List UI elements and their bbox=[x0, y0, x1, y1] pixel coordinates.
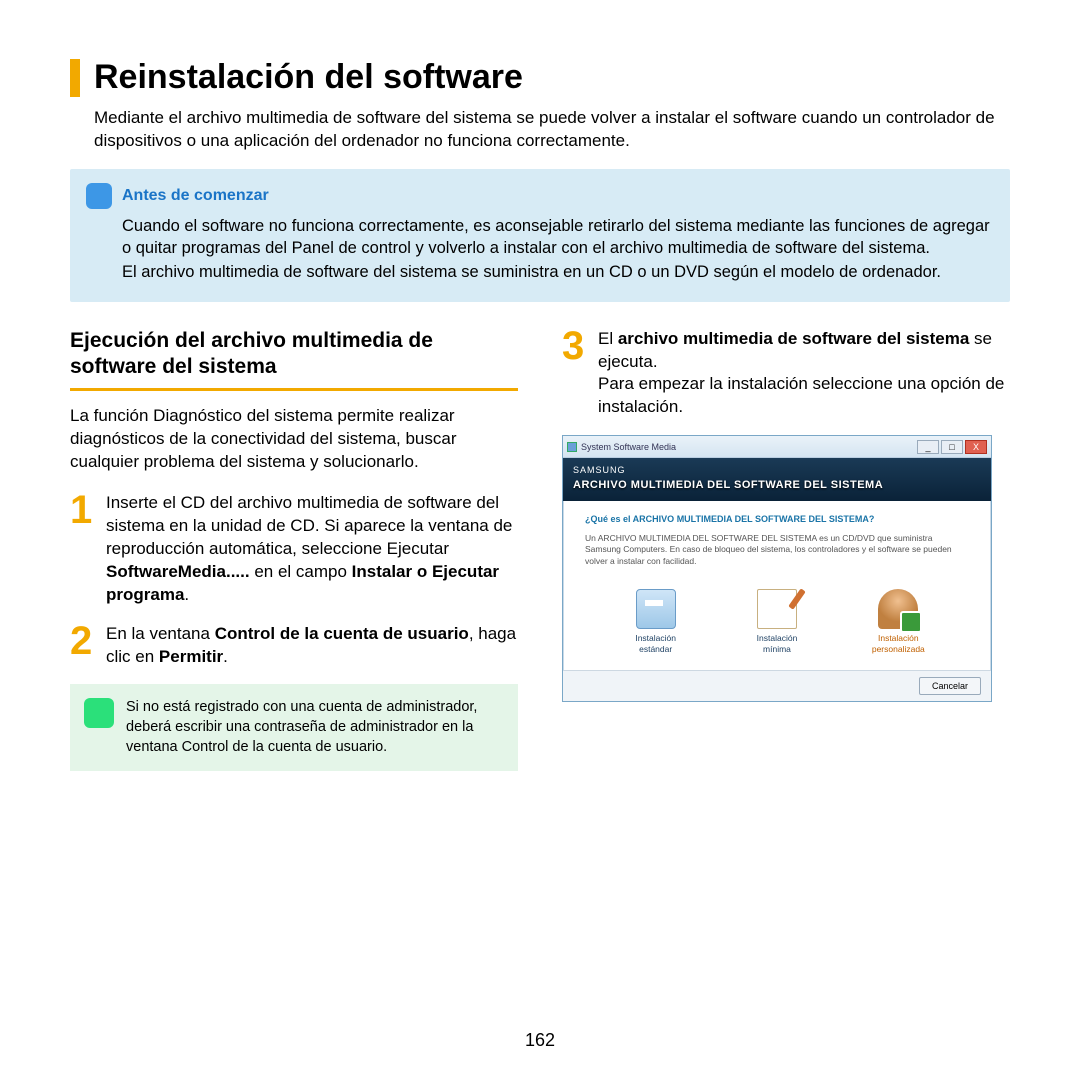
title-accent-bar bbox=[70, 59, 80, 97]
page-number: 162 bbox=[0, 1028, 1080, 1052]
note-icon bbox=[84, 698, 114, 728]
callout-paragraph: Cuando el software no funciona correctam… bbox=[122, 215, 994, 260]
window-banner: SAMSUNG ARCHIVO MULTIMEDIA DEL SOFTWARE … bbox=[563, 458, 991, 501]
step-3: 3 El archivo multimedia de software del … bbox=[562, 328, 1010, 420]
option-label: Instalación bbox=[737, 633, 817, 644]
step-bold: Permitir bbox=[159, 647, 223, 666]
option-label: Instalación bbox=[616, 633, 696, 644]
note-text: Si no está registrado con una cuenta de … bbox=[126, 698, 504, 757]
install-minimal-option[interactable]: Instalación mínima bbox=[737, 589, 817, 656]
right-column: 3 El archivo multimedia de software del … bbox=[562, 328, 1010, 772]
section-intro: La función Diagnóstico del sistema permi… bbox=[70, 405, 518, 474]
step-text: El bbox=[598, 329, 618, 348]
cancel-button[interactable]: Cancelar bbox=[919, 677, 981, 695]
window-title: System Software Media bbox=[581, 441, 676, 453]
document-pencil-icon bbox=[757, 589, 797, 629]
step-text: . bbox=[223, 647, 228, 666]
step-2: 2 En la ventana Control de la cuenta de … bbox=[70, 623, 518, 669]
heading-rule bbox=[70, 388, 518, 391]
step-1: 1 Inserte el CD del archivo multimedia d… bbox=[70, 492, 518, 607]
option-label: estándar bbox=[616, 644, 696, 655]
minimize-button[interactable]: _ bbox=[917, 440, 939, 454]
callout-paragraph: El archivo multimedia de software del si… bbox=[122, 261, 994, 283]
step-text: . bbox=[184, 585, 189, 604]
install-standard-option[interactable]: Instalación estándar bbox=[616, 589, 696, 656]
step-number-icon: 3 bbox=[562, 328, 590, 420]
brand-label: SAMSUNG bbox=[573, 464, 981, 476]
close-button[interactable]: X bbox=[965, 440, 987, 454]
option-label: mínima bbox=[737, 644, 817, 655]
option-label: Instalación bbox=[858, 633, 938, 644]
screenshot-window: System Software Media _ □ X SAMSUNG ARCH… bbox=[562, 435, 992, 701]
option-label: personalizada bbox=[858, 644, 938, 655]
monitor-icon bbox=[636, 589, 676, 629]
step-number-icon: 2 bbox=[70, 623, 98, 669]
step-bold: archivo multimedia de software del siste… bbox=[618, 329, 969, 348]
banner-title: ARCHIVO MULTIMEDIA DEL SOFTWARE DEL SIST… bbox=[573, 478, 981, 493]
admin-note: Si no está registrado con una cuenta de … bbox=[70, 684, 518, 771]
section-heading: Ejecución del archivo multimedia de soft… bbox=[70, 328, 518, 381]
install-custom-option[interactable]: Instalación personalizada bbox=[858, 589, 938, 656]
step-bold: Control de la cuenta de usuario bbox=[215, 624, 469, 643]
window-app-icon bbox=[567, 442, 577, 452]
maximize-button[interactable]: □ bbox=[941, 440, 963, 454]
step-bold: SoftwareMedia..... bbox=[106, 562, 250, 581]
step-number-icon: 1 bbox=[70, 492, 98, 607]
step-text: En la ventana bbox=[106, 624, 215, 643]
window-question: ¿Qué es el ARCHIVO MULTIMEDIA DEL SOFTWA… bbox=[585, 513, 969, 525]
info-icon bbox=[86, 183, 112, 209]
step-text: Para empezar la instalación seleccione u… bbox=[598, 373, 1010, 419]
before-start-callout: Antes de comenzar Cuando el software no … bbox=[70, 169, 1010, 302]
step-text: Inserte el CD del archivo multimedia de … bbox=[106, 493, 512, 558]
window-description: Un ARCHIVO MULTIMEDIA DEL SOFTWARE DEL S… bbox=[585, 533, 969, 566]
left-column: Ejecución del archivo multimedia de soft… bbox=[70, 328, 518, 772]
step-text: en el campo bbox=[250, 562, 352, 581]
user-check-icon bbox=[878, 589, 918, 629]
callout-title: Antes de comenzar bbox=[122, 185, 269, 207]
window-titlebar: System Software Media _ □ X bbox=[563, 436, 991, 458]
page-title: Reinstalación del software bbox=[94, 55, 523, 101]
intro-text: Mediante el archivo multimedia de softwa… bbox=[94, 107, 1010, 153]
